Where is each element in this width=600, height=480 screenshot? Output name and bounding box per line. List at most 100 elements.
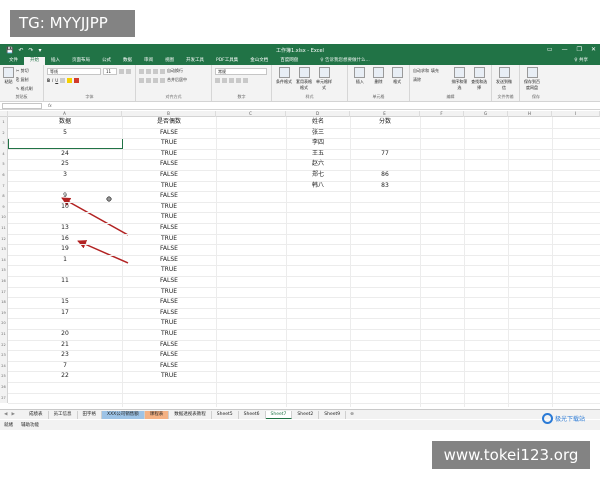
- share-button[interactable]: ♀ 共享: [568, 57, 594, 65]
- cell-data[interactable]: 3: [8, 170, 122, 181]
- sheet-tab[interactable]: 田字格: [78, 410, 102, 419]
- cell-even[interactable]: FALSE: [122, 170, 216, 181]
- cell-name[interactable]: 赵六: [286, 159, 350, 170]
- sheet-tab[interactable]: XXX公司销售额: [102, 410, 145, 419]
- align-left-icon[interactable]: [139, 77, 144, 83]
- tab-developer[interactable]: 开发工具: [180, 57, 210, 65]
- row-header[interactable]: 3: [0, 138, 8, 149]
- cell-data[interactable]: 25: [8, 159, 122, 170]
- merge-center-button[interactable]: 合并后居中: [167, 77, 187, 83]
- tell-me-search[interactable]: ♀ 告诉我您想要做什么...: [314, 57, 376, 65]
- cell-even[interactable]: TRUE: [122, 329, 216, 340]
- add-sheet-icon[interactable]: ⊕: [350, 412, 354, 417]
- sheet-tab[interactable]: 员工信息: [49, 410, 78, 419]
- row-header[interactable]: 1: [0, 117, 8, 128]
- worksheet-grid[interactable]: 数据 是否偶数 姓名 分数 1 2 3 4 5 6 7 8 9 10 11 12 13 14 15 16 17 1…: [0, 117, 600, 407]
- cell-name[interactable]: 李四: [286, 138, 350, 149]
- fx-icon[interactable]: fx: [48, 103, 52, 108]
- row-header[interactable]: 5: [0, 159, 8, 170]
- row-header[interactable]: 18: [0, 297, 8, 308]
- shrink-font-icon[interactable]: [126, 68, 131, 74]
- sheet-tab[interactable]: 数据透视表教程: [169, 410, 212, 419]
- row-header[interactable]: 8: [0, 191, 8, 202]
- cell-score[interactable]: 83: [350, 181, 420, 192]
- cell-even[interactable]: FALSE: [122, 191, 216, 202]
- cell-even[interactable]: FALSE: [122, 308, 216, 319]
- cell-even[interactable]: FALSE: [122, 340, 216, 351]
- tab-pdf[interactable]: PDF工具集: [210, 57, 244, 65]
- align-middle-icon[interactable]: [146, 68, 151, 74]
- indent-icon[interactable]: [160, 77, 165, 83]
- row-header[interactable]: 17: [0, 286, 8, 298]
- row-header[interactable]: 15: [0, 265, 8, 276]
- row-header[interactable]: 25: [0, 371, 8, 382]
- align-top-icon[interactable]: [139, 68, 144, 74]
- row-header[interactable]: 6: [0, 170, 8, 181]
- cell-data[interactable]: 7: [8, 361, 122, 372]
- tab-file[interactable]: 文件: [3, 57, 24, 65]
- minimize-icon[interactable]: —: [562, 44, 568, 56]
- next-sheet-icon[interactable]: ▶: [11, 412, 14, 417]
- currency-icon[interactable]: [215, 77, 220, 83]
- tab-review[interactable]: 审阅: [138, 57, 159, 65]
- cut-button[interactable]: ✂ 剪切: [16, 67, 29, 75]
- row-header[interactable]: 16: [0, 276, 8, 287]
- cell-data[interactable]: 17: [8, 308, 122, 319]
- sheet-tab[interactable]: Sheet2: [292, 410, 320, 419]
- cell-even[interactable]: TRUE: [122, 371, 216, 382]
- sheet-tab[interactable]: Sheet7: [265, 410, 293, 419]
- decrease-decimal-icon[interactable]: [243, 77, 248, 83]
- cell-data[interactable]: 11: [8, 276, 122, 287]
- row-header[interactable]: 10: [0, 212, 8, 223]
- cell-name[interactable]: 郑七: [286, 170, 350, 181]
- cell-even[interactable]: TRUE: [122, 138, 216, 149]
- comma-icon[interactable]: [229, 77, 234, 83]
- paste-button[interactable]: 粘贴: [3, 67, 14, 94]
- row-header[interactable]: 4: [0, 148, 8, 160]
- cell-data[interactable]: 21: [8, 340, 122, 351]
- tab-baidu-disk[interactable]: 百度网盘: [274, 57, 304, 65]
- font-color-icon[interactable]: [74, 77, 80, 83]
- cell-score[interactable]: 77: [350, 149, 420, 160]
- row-header[interactable]: 13: [0, 244, 8, 255]
- cell-data[interactable]: 16: [8, 234, 122, 245]
- cell-score[interactable]: 86: [350, 170, 420, 181]
- cell-even[interactable]: FALSE: [122, 350, 216, 361]
- cell-data[interactable]: 9: [8, 191, 122, 202]
- cell-even[interactable]: FALSE: [122, 128, 216, 139]
- cell-even[interactable]: FALSE: [122, 361, 216, 372]
- row-header[interactable]: 14: [0, 254, 8, 266]
- cell-even[interactable]: TRUE: [122, 318, 216, 329]
- cell-name[interactable]: 张三: [286, 128, 350, 139]
- align-right-icon[interactable]: [153, 77, 158, 83]
- font-name-select[interactable]: 等线: [47, 67, 101, 75]
- cell-data[interactable]: 15: [8, 297, 122, 308]
- close-icon[interactable]: ✕: [591, 44, 596, 56]
- tab-view[interactable]: 视图: [159, 57, 180, 65]
- clear-button[interactable]: 清除: [413, 76, 421, 84]
- cell-data[interactable]: 5: [8, 128, 122, 139]
- grow-font-icon[interactable]: [119, 68, 124, 74]
- cell-data[interactable]: 1: [8, 255, 122, 266]
- row-header[interactable]: 11: [0, 223, 8, 234]
- number-format-select[interactable]: 常规: [215, 67, 267, 75]
- sheet-tab[interactable]: Sheet9: [319, 410, 347, 419]
- format-painter-button[interactable]: ✎ 格式刷: [16, 85, 33, 93]
- cell-even[interactable]: TRUE: [122, 149, 216, 160]
- row-header[interactable]: 27: [0, 392, 8, 404]
- cell-data[interactable]: 19: [8, 244, 122, 255]
- row-header[interactable]: 24: [0, 360, 8, 372]
- italic-button[interactable]: I: [52, 78, 53, 83]
- sheet-tab[interactable]: 成绩表: [24, 410, 49, 419]
- sheet-tab[interactable]: Sheet5: [212, 410, 239, 419]
- font-size-select[interactable]: 11: [103, 67, 117, 75]
- cell-name[interactable]: 韩八: [286, 181, 350, 192]
- wrap-text-button[interactable]: 自动换行: [167, 68, 183, 74]
- cell-data[interactable]: 13: [8, 223, 122, 234]
- row-header[interactable]: 20: [0, 318, 8, 329]
- tab-data[interactable]: 数据: [117, 57, 138, 65]
- row-header[interactable]: 21: [0, 329, 8, 340]
- cell-data[interactable]: 24: [8, 149, 122, 160]
- fill-button[interactable]: 填充: [431, 67, 439, 75]
- row-header[interactable]: 7: [0, 180, 8, 192]
